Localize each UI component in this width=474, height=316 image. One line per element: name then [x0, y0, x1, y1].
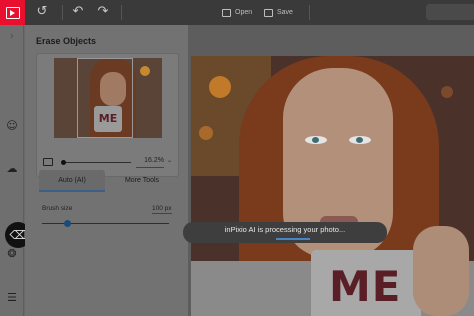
- chevron-down-icon[interactable]: ⌄: [167, 157, 172, 164]
- viewport-frame[interactable]: [77, 58, 133, 138]
- save-icon: [264, 8, 273, 17]
- logo-icon: [5, 6, 20, 19]
- brush-size-handle[interactable]: [63, 220, 71, 227]
- tab-auto-ai[interactable]: Auto (AI): [39, 170, 105, 192]
- processing-message: inPixio AI is processing your photo...: [224, 225, 346, 234]
- preview-thumbnail[interactable]: ME: [54, 58, 162, 138]
- mug: ME: [311, 250, 421, 316]
- open-button[interactable]: Open: [222, 5, 252, 20]
- open-label: Open: [235, 9, 253, 16]
- collapse-chevron-icon[interactable]: ›: [5, 29, 19, 43]
- folder-icon: [222, 8, 231, 17]
- effects-tool-icon[interactable]: ❂: [5, 247, 19, 261]
- mode-tabs: Auto (AI) More Tools: [39, 170, 177, 192]
- zoom-value[interactable]: 16.2%: [136, 157, 164, 168]
- tab-more-tools[interactable]: More Tools: [109, 170, 175, 192]
- tool-rail: › ☺ ☁ ⌫ ❂ ☰: [0, 25, 31, 316]
- brush-size-slider[interactable]: [42, 223, 169, 224]
- toolbar-divider: [309, 5, 310, 20]
- save-label: Save: [277, 9, 293, 16]
- app-logo: [0, 0, 25, 25]
- portrait-tool-icon[interactable]: ☺: [5, 119, 19, 133]
- panel-title: Erase Objects: [36, 36, 97, 46]
- redo-icon[interactable]: ↷: [95, 4, 111, 20]
- save-button[interactable]: Save: [264, 5, 293, 20]
- hand: [413, 226, 469, 316]
- reset-icon[interactable]: ↺: [34, 4, 50, 20]
- toolbar-action-button[interactable]: [426, 4, 474, 20]
- adjust-sliders-icon[interactable]: ☰: [5, 291, 19, 305]
- undo-icon[interactable]: ↶: [70, 4, 86, 20]
- right-eye: [349, 136, 371, 144]
- image-canvas[interactable]: ME: [188, 25, 474, 316]
- photo: ME: [191, 56, 474, 316]
- toolbar-divider: [62, 5, 63, 20]
- fit-screen-icon[interactable]: [43, 158, 53, 166]
- mug-text: ME: [329, 262, 402, 311]
- weather-tool-icon[interactable]: ☁: [5, 162, 19, 176]
- progress-indicator: [276, 238, 310, 240]
- left-eye: [305, 136, 327, 144]
- erase-objects-panel: Erase Objects ME 16.2% ⌄ Auto (AI) More …: [25, 25, 188, 316]
- top-toolbar: ↺ ↶ ↷ Open Save: [0, 0, 474, 25]
- brush-size-label: Brush size: [42, 205, 73, 212]
- zoom-slider-handle[interactable]: [61, 160, 66, 165]
- processing-toast: inPixio AI is processing your photo...: [183, 222, 387, 243]
- toolbar-divider: [121, 5, 122, 20]
- brush-size-value[interactable]: 100 px: [152, 205, 172, 214]
- navigator-preview: ME 16.2% ⌄: [36, 53, 179, 177]
- zoom-slider[interactable]: [63, 162, 131, 163]
